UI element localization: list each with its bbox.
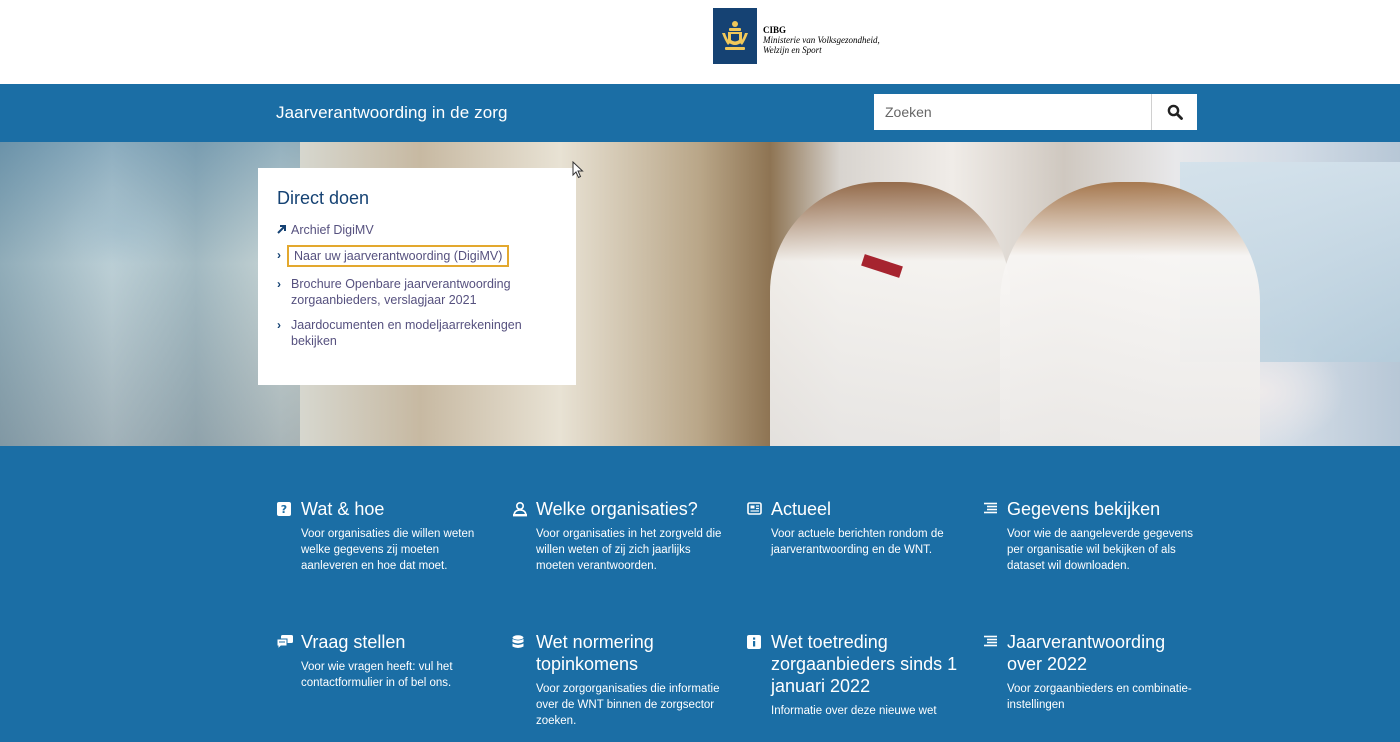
tile-description: Informatie over deze nieuwe wet	[771, 705, 937, 717]
list-icon	[983, 635, 1007, 647]
external-link-arrow-icon	[277, 222, 291, 238]
tile-welke-organisaties[interactable]: Welke organisaties? Voor organisaties in…	[512, 498, 724, 574]
logo-bar: CIBG Ministerie van Volksgezondheid, Wel…	[0, 0, 1400, 84]
tile-description: Voor zorgaanbieders en combinatie-instel…	[1007, 683, 1192, 711]
direct-item-label: Jaardocumenten en modeljaarrekeningen be…	[291, 318, 522, 348]
tile-description: Voor organisaties in het zorgveld die wi…	[536, 528, 722, 572]
top-navbar: Jaarverantwoording in de zorg	[0, 84, 1400, 142]
direct-item-naar-jaarverantwoording[interactable]: › Naar uw jaarverantwoording (DigiMV)	[277, 245, 556, 267]
tile-gegevens-bekijken[interactable]: Gegevens bekijken Voor wie de aangelever…	[983, 498, 1195, 574]
list-icon	[983, 502, 1007, 514]
logo-ministry-line2: Welzijn en Sport	[763, 45, 822, 55]
direct-item-label: Naar uw jaarverantwoording (DigiMV)	[287, 245, 510, 267]
tile-title: Wet normering topinkomens	[536, 632, 654, 674]
coat-of-arms-icon	[713, 8, 757, 64]
tile-wet-normering-topinkomens[interactable]: Wet normering topinkomens Voor zorgorgan…	[512, 631, 724, 729]
search-input[interactable]	[874, 94, 1151, 130]
logo-text: CIBG Ministerie van Volksgezondheid, Wel…	[763, 25, 880, 55]
question-icon: ?	[277, 502, 301, 516]
chevron-right-icon: ›	[277, 277, 281, 291]
database-icon	[512, 635, 536, 650]
organization-icon	[512, 502, 536, 517]
tile-title: Actueel	[771, 499, 832, 519]
direct-item-archief-digimv[interactable]: Archief DigiMV	[277, 222, 556, 238]
logo-ministry-line1: Ministerie van Volksgezondheid,	[763, 35, 880, 45]
hero-image: Direct doen Archief DigiMV › Naar uw jaa…	[0, 142, 1400, 446]
tile-title: Vraag stellen	[301, 632, 406, 652]
ministry-logo[interactable]: CIBG Ministerie van Volksgezondheid, Wel…	[713, 8, 880, 64]
tile-jaarverantwoording-2022[interactable]: Jaarverantwoording over 2022 Voor zorgaa…	[983, 631, 1195, 713]
tile-title: Wat & hoe	[301, 499, 385, 519]
tile-wat-hoe[interactable]: ? Wat & hoe Voor organisaties die willen…	[277, 498, 489, 574]
tile-wet-toetreding[interactable]: Wet toetreding zorgaanbieders sinds 1 ja…	[747, 631, 959, 719]
chat-icon	[277, 635, 301, 649]
direct-item-jaardocumenten[interactable]: › Jaardocumenten en modeljaarrekeningen …	[277, 317, 556, 349]
direct-doen-panel: Direct doen Archief DigiMV › Naar uw jaa…	[258, 168, 576, 385]
direct-item-label: Brochure Openbare jaarverantwoording zor…	[291, 277, 511, 307]
tile-description: Voor zorgorganisaties die informatie ove…	[536, 683, 720, 727]
tile-actueel[interactable]: Actueel Voor actuele berichten rondom de…	[747, 498, 959, 558]
search-form	[874, 94, 1197, 130]
direct-item-label: Archief DigiMV	[291, 223, 374, 237]
topic-tiles: ? Wat & hoe Voor organisaties die willen…	[0, 446, 1400, 742]
tile-description: Voor organisaties die willen weten welke…	[301, 528, 475, 572]
tile-description: Voor actuele berichten rondom de jaarver…	[771, 528, 944, 556]
hero-background-left	[0, 142, 300, 446]
tile-vraag-stellen[interactable]: Vraag stellen Voor wie vragen heeft: vul…	[277, 631, 489, 691]
tile-description: Voor wie de aangeleverde gegevens per or…	[1007, 528, 1194, 572]
tile-title: Gegevens bekijken	[1007, 499, 1161, 519]
tile-title: Wet toetreding zorgaanbieders sinds 1 ja…	[771, 632, 958, 696]
logo-org-name: CIBG	[763, 25, 787, 35]
search-icon	[1167, 104, 1183, 120]
svg-text:?: ?	[281, 503, 287, 516]
search-button[interactable]	[1151, 94, 1197, 130]
direct-doen-list: Archief DigiMV › Naar uw jaarverantwoord…	[277, 222, 556, 349]
tile-title: Jaarverantwoording over 2022	[1007, 632, 1166, 674]
direct-item-brochure[interactable]: › Brochure Openbare jaarverantwoording z…	[277, 276, 556, 308]
news-icon	[747, 502, 771, 515]
info-icon	[747, 635, 771, 649]
direct-doen-title: Direct doen	[277, 188, 370, 208]
site-title[interactable]: Jaarverantwoording in de zorg	[276, 103, 508, 123]
mouse-cursor-icon	[572, 161, 584, 179]
chevron-right-icon: ›	[277, 318, 281, 332]
hero-figure-left	[770, 182, 1010, 446]
hero-figure-right	[1000, 182, 1260, 446]
tile-description: Voor wie vragen heeft: vul het contactfo…	[301, 661, 453, 689]
tile-title: Welke organisaties?	[536, 499, 698, 519]
